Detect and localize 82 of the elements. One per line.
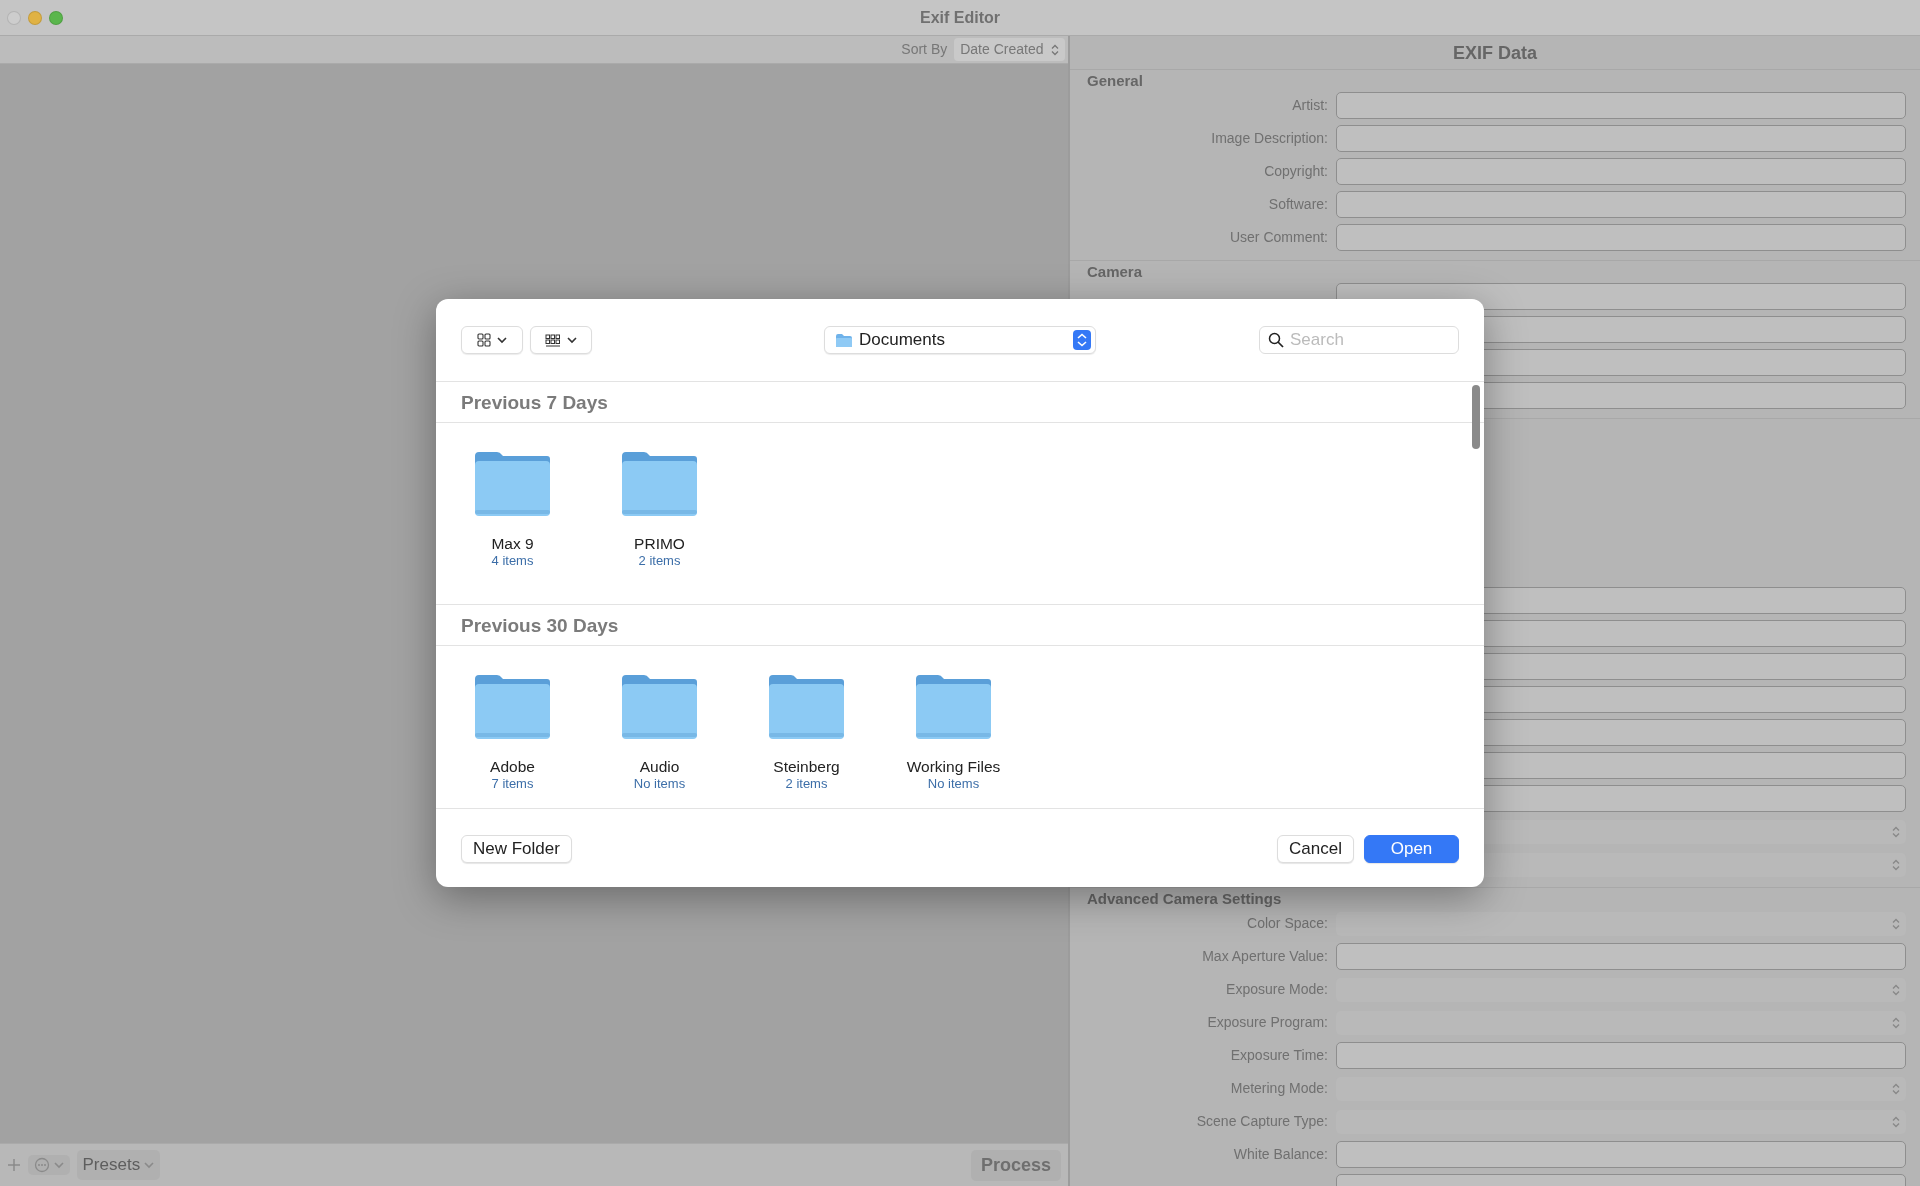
text-field[interactable] [1336, 125, 1906, 152]
folder-icon [835, 332, 853, 348]
updown-icon [1050, 43, 1059, 56]
dialog-button[interactable]: Open [1364, 834, 1459, 863]
folder-name[interactable]: Max 9 [491, 534, 534, 553]
updown-icon [1892, 1115, 1900, 1128]
updown-icon [1892, 983, 1900, 996]
field-label: Max Aperture Value: [1202, 948, 1328, 964]
field-label: Exposure Time: [1230, 1047, 1328, 1063]
text-field[interactable] [1336, 1042, 1906, 1069]
field-label: Scene Capture Type: [1196, 1113, 1328, 1129]
folder-icon[interactable] [620, 673, 699, 739]
minimize-button[interactable] [28, 10, 42, 25]
item-count: 4 items [491, 553, 534, 569]
folder-icon[interactable] [473, 450, 552, 516]
text-field[interactable] [1336, 158, 1906, 185]
item-count: No items [633, 776, 686, 792]
item-count: 7 items [491, 776, 534, 792]
chevron-icon [567, 336, 577, 344]
section-heading: General [1086, 72, 1144, 89]
folder-icon[interactable] [620, 450, 699, 516]
group-heading: Previous 7 Days [436, 381, 1484, 423]
field-label: Software: [1268, 196, 1328, 212]
gallery-icon [545, 333, 561, 347]
dialog-button[interactable]: New Folder [461, 834, 572, 863]
field-label: User Comment: [1229, 229, 1328, 245]
text-field[interactable] [1336, 191, 1906, 218]
field-label: White Balance: [1233, 1146, 1328, 1162]
field-label: Copyright: [1264, 163, 1328, 179]
gallery-view-button[interactable] [530, 326, 592, 354]
zoom-button[interactable] [49, 10, 63, 25]
sort-label: Sort By [901, 40, 948, 59]
field-label: Artist: [1292, 97, 1328, 113]
chevron-icon [143, 1161, 154, 1169]
chevron-icon [53, 1161, 64, 1169]
search-box[interactable]: Search [1259, 326, 1459, 354]
scrollbar-thumb[interactable] [1472, 385, 1480, 449]
folder-icon[interactable] [914, 673, 993, 739]
panel-title: EXIF Data [1070, 36, 1920, 70]
field-label: Metering Mode: [1230, 1080, 1328, 1096]
group-heading: Previous 30 Days [436, 604, 1484, 646]
item-count: No items [927, 776, 980, 792]
item-count: 2 items [785, 776, 828, 792]
popup-field[interactable] [1336, 977, 1906, 1002]
add-icon[interactable] [7, 1158, 21, 1172]
actions-button[interactable] [28, 1155, 70, 1175]
folder-name[interactable]: Working Files [906, 757, 1001, 776]
popup-field[interactable] [1336, 1076, 1906, 1101]
ellipsis-circle-icon [34, 1157, 50, 1173]
item-count: 2 items [638, 553, 681, 569]
dialog-button[interactable]: Cancel [1277, 834, 1354, 863]
field-label: Image Description: [1211, 130, 1328, 146]
field-label: Exposure Program: [1207, 1014, 1328, 1030]
field-label: Exposure Mode: [1226, 981, 1328, 997]
updown-icon [1892, 858, 1900, 871]
folder-icon[interactable] [767, 673, 846, 739]
text-field[interactable] [1336, 1141, 1906, 1168]
folder-name[interactable]: Steinberg [773, 757, 840, 776]
popup-field[interactable] [1336, 1010, 1906, 1035]
updown-icon [1892, 1082, 1900, 1095]
text-field[interactable] [1336, 224, 1906, 251]
popup-field[interactable] [1336, 911, 1906, 936]
folder-name[interactable]: Adobe [490, 757, 535, 776]
text-field[interactable] [1336, 92, 1906, 119]
section-heading: Camera [1086, 263, 1144, 280]
folder-name[interactable]: PRIMO [634, 534, 685, 553]
section-heading: Advanced Camera Settings [1086, 890, 1283, 907]
location-dropdown[interactable]: Documents [824, 326, 1096, 354]
icon-view-button[interactable] [461, 326, 523, 354]
updown-icon [1892, 917, 1900, 930]
updown-icon [1892, 1016, 1900, 1029]
text-field[interactable] [1336, 943, 1906, 970]
grid-icon [477, 333, 491, 347]
popup-field[interactable] [1336, 1109, 1906, 1134]
folder-name[interactable]: Audio [639, 757, 680, 776]
search-icon [1268, 332, 1284, 348]
field-label: Color Space: [1247, 915, 1328, 931]
chevron-icon [497, 336, 507, 344]
updown-icon [1073, 330, 1091, 350]
updown-icon [1892, 825, 1900, 838]
folder-icon[interactable] [473, 673, 552, 739]
window-title: Exif Editor [920, 7, 1000, 28]
